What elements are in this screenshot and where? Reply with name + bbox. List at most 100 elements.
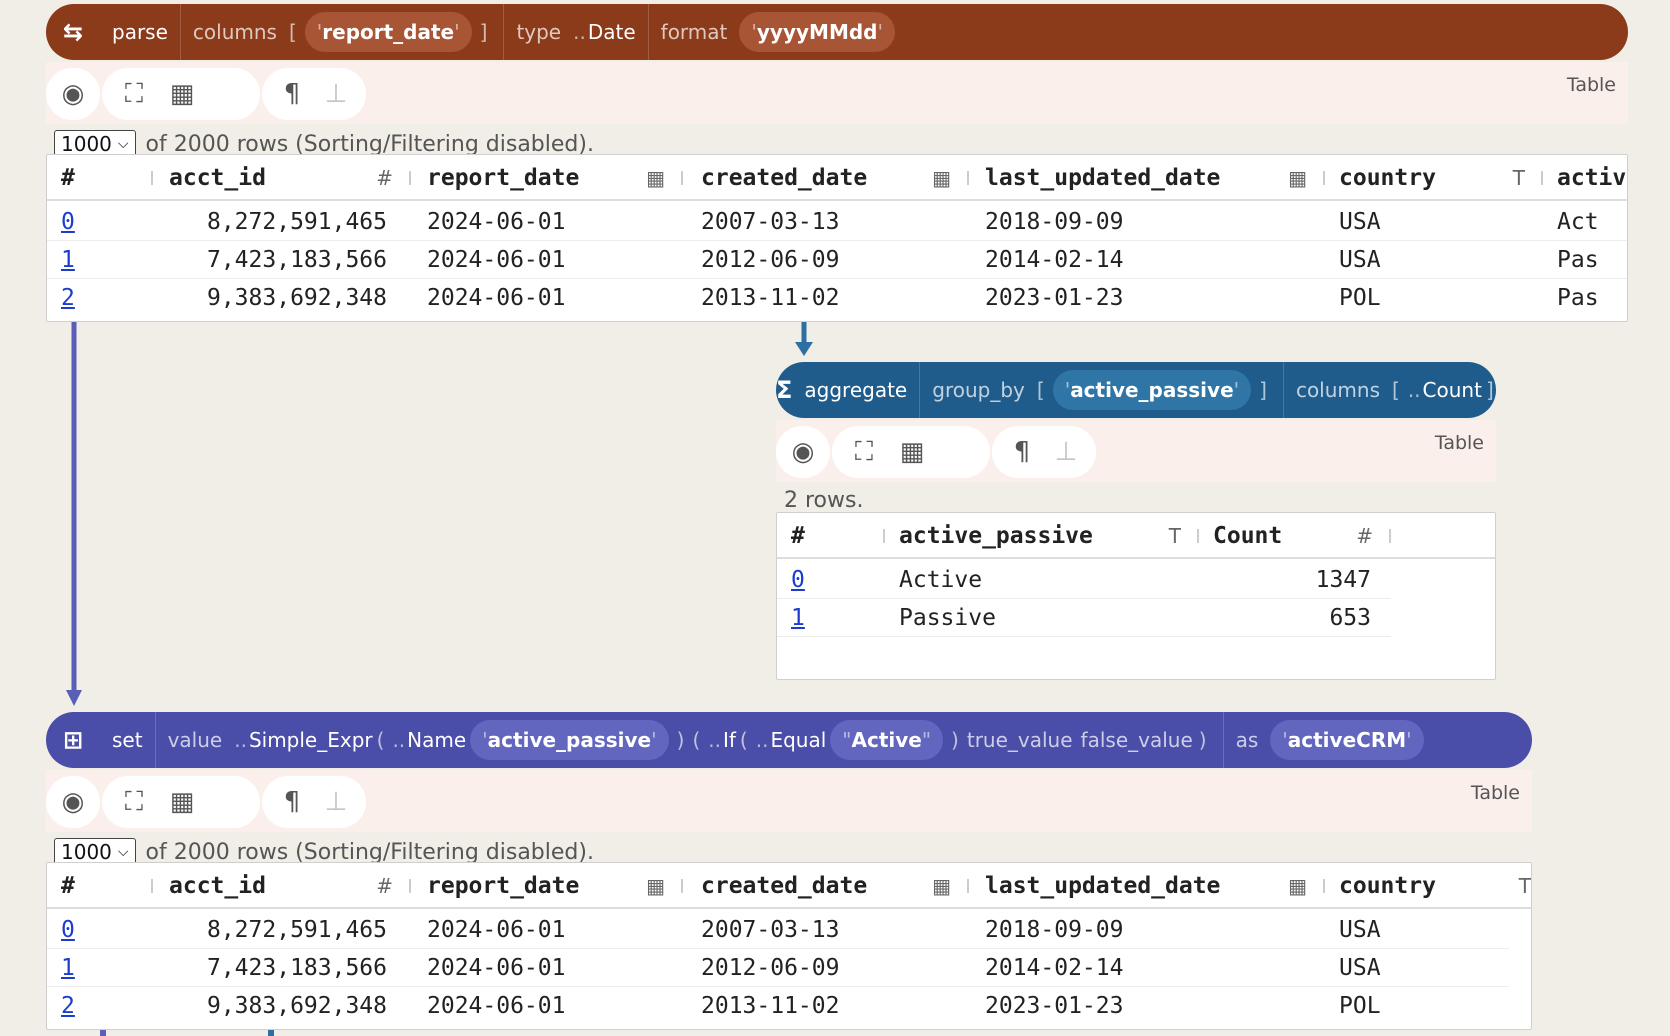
text-type-icon: T — [1168, 524, 1181, 548]
col-header-count[interactable]: Count # — [1199, 513, 1391, 559]
rows-info-text: 2 rows. — [784, 487, 864, 513]
table-header: # acct_id # report_date ▦ created_date ▦ la… — [47, 155, 1627, 201]
row-index-link: 2 — [61, 285, 75, 311]
calendar-icon: ▦ — [646, 166, 665, 190]
add-row-icon[interactable]: ⊥ — [314, 780, 358, 824]
number-type-icon: # — [1356, 524, 1373, 548]
connection-parse-to-set — [66, 318, 82, 706]
calendar-icon: ▦ — [932, 874, 951, 898]
group-by-label: group_by — [932, 378, 1025, 402]
swap-arrows-icon: ⇆ — [62, 18, 84, 46]
name-fn[interactable]: Name — [407, 728, 466, 752]
calendar-icon: ▦ — [1288, 166, 1307, 190]
table-row[interactable]: 0 8,272,591,465 2024-06-01 2007-03-13 20… — [47, 911, 1509, 949]
node-type-label: set — [112, 728, 143, 752]
format-label: format — [660, 20, 728, 44]
equal-pill[interactable]: " Active " — [830, 720, 944, 760]
table-row[interactable]: 0 8,272,591,465 2024-06-01 2007-03-13 20… — [47, 203, 1627, 241]
parse-node-header[interactable]: ⇆ parse columns [ ' report_date ' ] type .… — [46, 4, 1628, 60]
set-output-table[interactable]: # acct_id # report_date ▦ created_date ▦ la… — [46, 862, 1532, 1030]
calendar-icon: ▦ — [932, 166, 951, 190]
col-header-index[interactable]: # — [47, 863, 153, 909]
grid-icon[interactable]: ▦ — [158, 780, 206, 824]
view-type-label[interactable]: Table — [1567, 74, 1616, 96]
eye-icon[interactable]: ◉ — [776, 430, 830, 474]
add-row-icon[interactable]: ⊥ — [1044, 430, 1088, 474]
if-fn[interactable]: If — [723, 728, 736, 752]
table-row[interactable]: 2 9,383,692,348 2024-06-01 2013-11-02 20… — [47, 987, 1509, 1025]
sigma-icon: Σ — [776, 376, 793, 404]
col-header-acct-id[interactable]: acct_id # — [153, 155, 411, 201]
pilcrow-icon[interactable]: ¶ — [1000, 430, 1044, 474]
eye-icon[interactable]: ◉ — [46, 780, 100, 824]
row-index-link: 1 — [61, 247, 75, 273]
columns-label: columns — [192, 20, 277, 44]
col-header-country[interactable]: country T — [1325, 155, 1543, 201]
grid-icon[interactable]: ▦ — [888, 430, 936, 474]
table-row[interactable]: 1 7,423,183,566 2024-06-01 2012-06-09 20… — [47, 949, 1509, 987]
col-header-report-date[interactable]: report_date ▦ — [411, 155, 683, 201]
column-pill[interactable]: ' report_date ' — [304, 12, 472, 52]
grid-icon[interactable]: ▦ — [158, 72, 206, 116]
name-pill[interactable]: ' active_passive ' — [470, 720, 669, 760]
col-header-index[interactable]: # — [777, 513, 885, 559]
aggregate-output-table[interactable]: # active_passive T Count # 0 Active 1347 1… — [776, 512, 1496, 680]
col-header-last-updated-date[interactable]: last_updated_date ▦ — [969, 863, 1325, 909]
table-header: # acct_id # report_date ▦ created_date ▦ la… — [47, 863, 1531, 909]
view-toggle-group: ◉ — [46, 776, 100, 828]
type-value[interactable]: Date — [588, 20, 636, 44]
view-type-label[interactable]: Table — [1471, 782, 1520, 804]
table-row[interactable]: 2 9,383,692,348 2024-06-01 2013-11-02 20… — [47, 279, 1627, 317]
true-value-label[interactable]: true_value — [967, 728, 1073, 752]
col-header-index[interactable]: # — [47, 155, 153, 201]
node-type-label: parse — [112, 20, 168, 44]
col-header-acct-id[interactable]: acct_id # — [153, 863, 411, 909]
expr-type[interactable]: Simple_Expr — [249, 728, 373, 752]
table-header: # active_passive T Count # — [777, 513, 1495, 559]
expand-icon[interactable]: ⛶ — [110, 780, 158, 824]
columns-label: columns — [1295, 378, 1380, 402]
number-type-icon: # — [376, 874, 393, 898]
false-value-label[interactable]: false_value — [1081, 728, 1193, 752]
col-header-active-passive[interactable]: activ — [1543, 155, 1627, 201]
col-header-created-date[interactable]: created_date ▦ — [683, 863, 969, 909]
row-index-link: 2 — [61, 993, 75, 1019]
connection-parse-to-aggregate — [795, 322, 813, 356]
col-header-last-updated-date[interactable]: last_updated_date ▦ — [969, 155, 1325, 201]
table-row[interactable]: 0 Active 1347 — [777, 561, 1391, 599]
table-row[interactable]: 1 7,423,183,566 2024-06-01 2012-06-09 20… — [47, 241, 1627, 279]
layout-group: ⛶ ▦ — [102, 776, 260, 828]
as-pill[interactable]: ' activeCRM ' — [1270, 720, 1424, 760]
col-header-report-date[interactable]: report_date ▦ — [411, 863, 683, 909]
as-label: as — [1235, 728, 1259, 752]
format-pill[interactable]: ' yyyyMMdd ' — [739, 12, 895, 52]
pilcrow-icon[interactable]: ¶ — [270, 72, 314, 116]
parse-node[interactable]: ⇆ parse columns [ ' report_date ' ] type .… — [46, 4, 1628, 322]
view-type-label[interactable]: Table — [1435, 432, 1484, 454]
expand-icon[interactable]: ⛶ — [110, 72, 158, 116]
type-label: type — [516, 20, 562, 44]
col-header-active-passive[interactable]: active_passive T — [885, 513, 1199, 559]
parse-output-table[interactable]: # acct_id # report_date ▦ created_date ▦ la… — [46, 154, 1628, 322]
expand-icon[interactable]: ⛶ — [840, 430, 888, 474]
set-node[interactable]: ⊞ set value .. Simple_Expr ( .. Name ' ac… — [46, 712, 1532, 1030]
text-type-icon: T — [1518, 874, 1531, 898]
col-header-created-date[interactable]: created_date ▦ — [683, 155, 969, 201]
equal-fn[interactable]: Equal — [770, 728, 826, 752]
table-row[interactable]: 1 Passive 653 — [777, 599, 1391, 637]
aggregate-node[interactable]: Σ aggregate group_by [ ' active_passive ' … — [776, 362, 1496, 680]
aggregate-node-header[interactable]: Σ aggregate group_by [ ' active_passive ' … — [776, 362, 1496, 418]
col-header-country[interactable]: country T — [1325, 863, 1531, 909]
layout-group: ⛶ ▦ — [832, 426, 990, 478]
text-group: ¶ ⊥ — [262, 68, 366, 120]
add-row-icon[interactable]: ⊥ — [314, 72, 358, 116]
row-index-link: 0 — [791, 567, 805, 593]
eye-icon[interactable]: ◉ — [46, 72, 100, 116]
pilcrow-icon[interactable]: ¶ — [270, 780, 314, 824]
text-group: ¶ ⊥ — [992, 426, 1096, 478]
add-column-icon: ⊞ — [62, 726, 84, 754]
row-index-link: 1 — [61, 955, 75, 981]
group-by-pill[interactable]: ' active_passive ' — [1052, 370, 1252, 410]
set-node-header[interactable]: ⊞ set value .. Simple_Expr ( .. Name ' ac… — [46, 712, 1532, 768]
columns-value[interactable]: Count — [1423, 378, 1482, 402]
